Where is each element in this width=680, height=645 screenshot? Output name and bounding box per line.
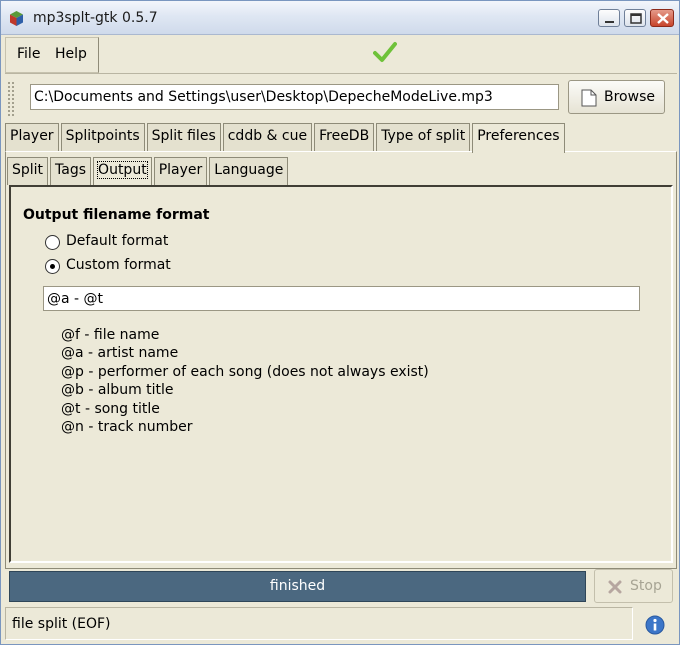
menu-help[interactable]: Help [55,46,87,62]
legend-line: @t - song title [61,400,160,417]
document-icon [581,89,597,107]
section-title: Output filename format [23,207,210,223]
output-panel: Output filename format Default format Cu… [9,185,673,563]
format-input[interactable] [43,286,640,311]
status-text: file split (EOF) [12,616,111,632]
menu-bar: File Help [5,35,677,74]
window-title: mp3splt-gtk 0.5.7 [33,10,158,26]
minimize-button[interactable] [598,9,620,27]
menu-file[interactable]: File [17,46,40,62]
preferences-tabs: Split Tags Output Player Language [7,157,290,187]
tab-freedb[interactable]: FreeDB [314,123,375,151]
handle-grip[interactable] [7,81,15,117]
subtab-player[interactable]: Player [153,157,208,185]
app-window: mp3splt-gtk 0.5.7 File Help Browse Playe… [0,0,680,645]
stop-button[interactable]: Stop [594,569,673,603]
radio-custom-format[interactable] [45,259,60,274]
info-icon[interactable] [645,615,665,635]
checkmark-icon [373,42,397,62]
legend-line: @a - artist name [61,345,179,362]
subtab-split[interactable]: Split [7,157,49,185]
file-path-input[interactable] [30,84,559,110]
subtab-output-label: Output [97,161,148,179]
close-button[interactable] [650,9,674,27]
subtab-tags[interactable]: Tags [50,157,92,185]
title-bar[interactable]: mp3splt-gtk 0.5.7 [1,1,679,35]
legend-line: @f - file name [61,327,160,343]
radio-default-format[interactable] [45,235,60,250]
tab-split-files[interactable]: Split files [146,123,221,151]
tab-preferences[interactable]: Preferences [472,123,565,153]
minimize-icon [605,21,614,23]
radio-default-label[interactable]: Default format [66,233,168,249]
status-bar: file split (EOF) [5,607,633,640]
close-icon [657,13,669,24]
subtab-output[interactable]: Output [93,157,152,187]
app-icon [10,11,23,26]
legend-line: @n - track number [61,419,193,436]
main-tabs: Player Splitpoints Split files cddb & cu… [5,123,567,153]
tab-splitpoints[interactable]: Splitpoints [60,123,145,151]
radio-custom-label[interactable]: Custom format [66,257,171,273]
legend-line: @p - performer of each song (does not al… [61,363,429,380]
stop-label: Stop [630,578,662,594]
format-legend: @f - file name @a - artist name @p - per… [61,326,429,436]
progress-bar: finished [9,571,586,602]
tab-type-of-split[interactable]: Type of split [376,123,471,151]
tab-player[interactable]: Player [5,123,59,151]
legend-line: @b - album title [61,382,174,399]
browse-button[interactable]: Browse [568,80,665,114]
stop-icon [608,580,622,594]
subtab-language[interactable]: Language [209,157,289,185]
file-row: Browse [5,77,677,121]
radio-selected-dot [50,264,55,269]
tab-cddb-cue[interactable]: cddb & cue [222,123,313,151]
maximize-icon [630,13,642,24]
browse-label: Browse [604,89,655,105]
maximize-button[interactable] [624,9,646,27]
